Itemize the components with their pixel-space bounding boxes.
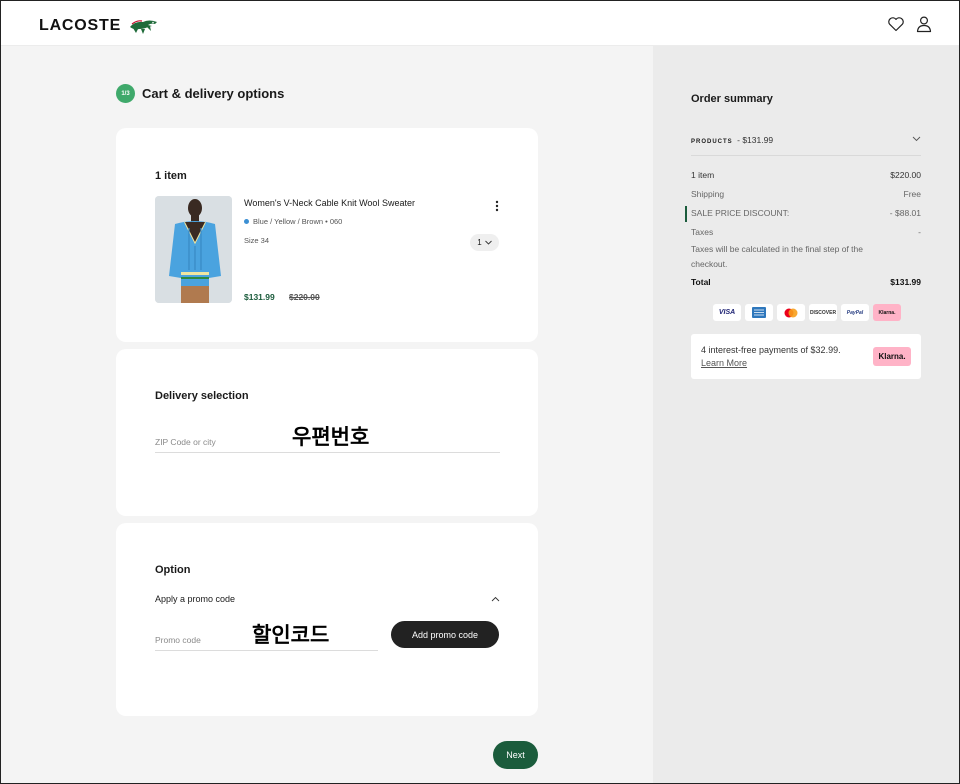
klarna-badge: Klarna.	[873, 347, 911, 366]
zip-input[interactable]	[155, 437, 275, 447]
option-heading: Option	[155, 564, 191, 576]
wishlist-heart-icon[interactable]	[887, 15, 905, 33]
summary-value: $220.00	[890, 170, 921, 180]
product-image[interactable]	[155, 196, 232, 303]
step-badge: 1/3	[116, 84, 135, 103]
summary-value: -	[918, 227, 921, 237]
summary-value: Free	[903, 189, 921, 199]
visa-icon: VISA	[713, 304, 741, 321]
tax-note: Taxes will be calculated in the final st…	[691, 244, 863, 269]
summary-row-taxes: Taxes -	[691, 227, 921, 237]
lacoste-logo[interactable]: LACOSTE	[39, 17, 159, 35]
more-options-icon[interactable]	[491, 199, 503, 213]
option-card: Option Apply a promo code 할인코드 Add promo…	[116, 523, 538, 716]
klarna-icon: Klarna.	[873, 304, 901, 321]
summary-row-shipping: Shipping Free	[691, 189, 921, 199]
product-name[interactable]: Women's V-Neck Cable Knit Wool Sweater	[244, 198, 415, 208]
color-dot	[244, 219, 249, 224]
products-value: - $131.99	[737, 135, 774, 145]
product-color: Blue / Yellow / Brown • 060	[244, 217, 342, 226]
delivery-card: Delivery selection 우편번호	[116, 349, 538, 516]
discount-indicator	[685, 206, 687, 222]
zip-overlay-label: 우편번호	[292, 425, 370, 449]
total-label: Total	[691, 277, 711, 287]
logo-text: LACOSTE	[39, 17, 122, 34]
next-button[interactable]: Next	[493, 741, 538, 769]
product-color-label: Blue / Yellow / Brown • 060	[253, 217, 343, 226]
checkout-step: 1/3 Cart & delivery options	[116, 84, 284, 103]
step-title: Cart & delivery options	[142, 86, 285, 101]
original-price: $220.00	[289, 292, 320, 302]
chevron-up-icon	[491, 596, 500, 602]
summary-row-total: Total $131.99	[691, 277, 921, 287]
quantity-value: 1	[477, 238, 482, 247]
summary-label: 1 item	[691, 170, 715, 180]
amex-icon	[745, 304, 773, 321]
page-frame: LACOSTE 1/3 Cart & delivery options 1 it…	[0, 0, 960, 784]
account-user-icon[interactable]	[915, 15, 933, 33]
sale-price: $131.99	[244, 292, 275, 302]
promo-toggle[interactable]: Apply a promo code	[155, 594, 500, 604]
promo-overlay-label: 할인코드	[252, 623, 330, 647]
total-value: $131.99	[890, 277, 921, 287]
delivery-heading: Delivery selection	[155, 390, 249, 402]
klarna-banner: 4 interest-free payments of $32.99. Lear…	[691, 334, 921, 379]
summary-divider	[691, 155, 921, 156]
summary-row-discount: SALE PRICE DISCOUNT: - $88.01	[691, 208, 921, 218]
paypal-icon: PayPal	[841, 304, 869, 321]
payment-methods: VISA DISCOVER PayPal Klarna.	[713, 304, 901, 321]
add-promo-button[interactable]: Add promo code	[391, 621, 499, 648]
chevron-down-icon	[912, 136, 921, 142]
summary-label: SALE PRICE DISCOUNT:	[691, 208, 790, 218]
site-header: LACOSTE	[1, 1, 959, 46]
chevron-down-icon	[484, 240, 492, 245]
crocodile-logo-icon	[130, 19, 158, 34]
klarna-text: 4 interest-free payments of $32.99.	[701, 345, 841, 355]
summary-label: Taxes	[691, 227, 714, 237]
klarna-learn-more-link[interactable]: Learn More	[701, 358, 747, 368]
promo-toggle-label: Apply a promo code	[155, 594, 236, 604]
summary-row-items: 1 item $220.00	[691, 170, 921, 180]
products-toggle[interactable]: PRODUCTS - $131.99	[691, 130, 921, 148]
quantity-select[interactable]: 1	[470, 234, 499, 251]
mastercard-icon	[777, 304, 805, 321]
products-label: PRODUCTS	[691, 139, 733, 145]
order-summary: Order summary PRODUCTS - $131.99 1 item …	[653, 46, 959, 783]
order-summary-title: Order summary	[691, 93, 773, 105]
summary-label: Shipping	[691, 189, 725, 199]
product-size: Size 34	[244, 236, 270, 245]
checkout-main: 1/3 Cart & delivery options 1 item Women…	[1, 46, 653, 783]
discover-icon: DISCOVER	[809, 304, 837, 321]
sweater-image-icon	[155, 196, 232, 303]
summary-value: - $88.01	[889, 208, 921, 218]
cart-heading: 1 item	[155, 170, 187, 182]
cart-card: 1 item Women's V-Neck Cable Knit Wool Sw…	[116, 128, 538, 342]
